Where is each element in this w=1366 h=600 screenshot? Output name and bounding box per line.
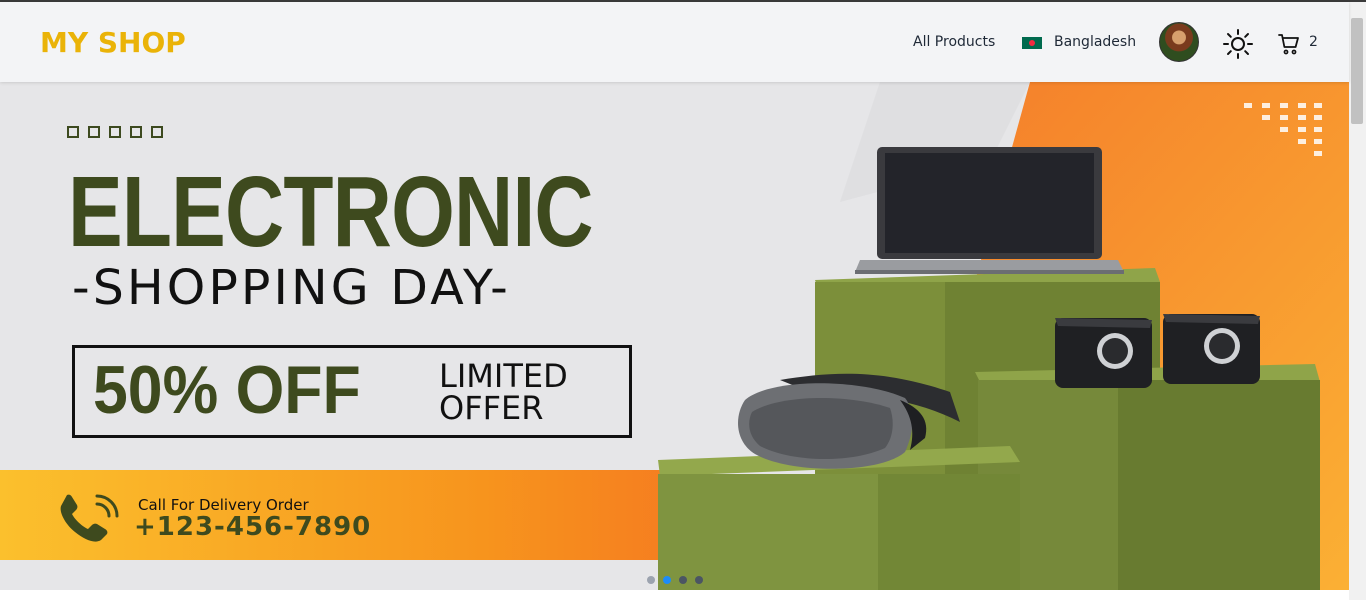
scrollbar-thumb[interactable]: [1351, 18, 1363, 124]
country-selector[interactable]: Bangladesh: [1054, 34, 1136, 50]
speaker-left: [1055, 318, 1152, 388]
shop-logo[interactable]: MY SHOP: [40, 26, 186, 59]
cart-icon[interactable]: [1277, 32, 1301, 56]
user-avatar[interactable]: [1159, 22, 1199, 62]
carousel-dot-3[interactable]: [679, 576, 687, 584]
pedestal-right: [975, 364, 1320, 590]
cart-count-badge: 2: [1309, 34, 1318, 50]
product-scene: [658, 147, 1320, 590]
carousel-dot-1[interactable]: [647, 576, 655, 584]
laptop-image: [855, 147, 1124, 274]
page-bottom: [0, 590, 1349, 600]
sun-icon[interactable]: [1222, 28, 1254, 60]
speaker-right: [1163, 314, 1260, 384]
carousel-dot-2[interactable]: [663, 576, 671, 584]
nav-all-products[interactable]: All Products: [913, 34, 995, 50]
hero-banner[interactable]: ELECTRONIC -SHOPPING DAY- 50% OFF LIMITE…: [0, 82, 1349, 590]
site-header: MY SHOP All Products Bangladesh 2: [0, 2, 1349, 82]
carousel-indicators: [647, 569, 711, 588]
carousel-dot-4[interactable]: [695, 576, 703, 584]
bangladesh-flag-icon: [1022, 37, 1042, 49]
